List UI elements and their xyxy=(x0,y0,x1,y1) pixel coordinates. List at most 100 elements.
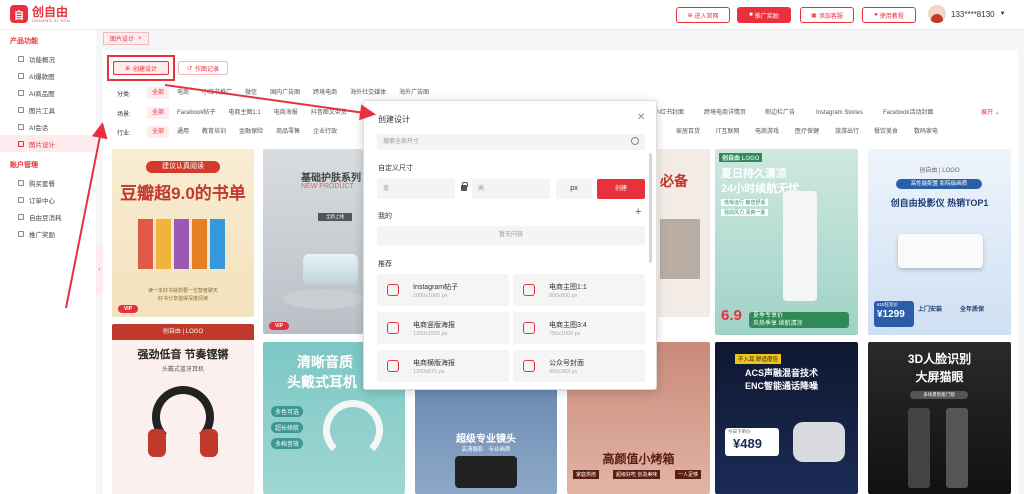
create-button[interactable]: 创建 xyxy=(597,179,645,199)
close-icon[interactable]: ✕ xyxy=(637,112,645,123)
fan-percent: 6.9 xyxy=(721,307,742,324)
template-card-earbuds[interactable]: 不入耳 舒适度佳 ACS声融混音技术 ENC智能通话降噪 今日下单价 ¥489 xyxy=(715,342,858,494)
industry-games[interactable]: 电商游戏 xyxy=(750,126,784,138)
template-card-book[interactable]: 建议认真阅读 豆瓣超9.0的书单 读一本好书就想要一位智者聊天 好书分享值得深度… xyxy=(112,149,254,317)
shopping-bag-icon xyxy=(523,284,535,296)
modal-scrollbar[interactable] xyxy=(649,153,652,263)
add-support-button[interactable]: ▣ 添加客服 xyxy=(800,7,854,23)
shopping-bag-icon xyxy=(523,322,535,334)
chat-icon: ▣ xyxy=(811,12,817,19)
template-card-projector[interactable]: 创自由 | LOGO 高性能配置 影院级画质 创自由投影仪 热销TOP1 618… xyxy=(868,149,1011,335)
earbuds-tag: 不入耳 舒适度佳 xyxy=(735,354,782,364)
industry-finance[interactable]: 金融保险 xyxy=(234,126,268,138)
industry-travel[interactable]: 旅游出行 xyxy=(830,126,864,138)
lock-ratio-icon[interactable] xyxy=(461,182,468,191)
pedestal-image xyxy=(283,289,363,309)
earbuds-title: ACS声融混音技术 xyxy=(745,368,819,378)
industry-digital[interactable]: 数码家电 xyxy=(909,126,943,138)
industry-all[interactable]: 全部 xyxy=(147,126,170,138)
brand-name-en: CHUANG ZI YOU xyxy=(32,17,71,23)
recommend-item[interactable]: 电商横版海报 1200x675 px xyxy=(377,350,509,382)
recommend-item[interactable]: 公众号封面 900x383 px xyxy=(513,350,645,382)
industry-education[interactable]: 教育培训 xyxy=(197,126,231,138)
category-ecommerce[interactable]: 电商 xyxy=(172,87,194,99)
template-card-lock[interactable]: 3D人脸识别 大屏猫眼 多场景智能门锁 xyxy=(868,342,1011,494)
industry-food[interactable]: 餐饮美食 xyxy=(869,126,903,138)
scene-poster[interactable]: 电商海报 xyxy=(269,107,303,119)
user-menu[interactable]: 133****8130 ▼ xyxy=(928,5,1006,23)
expand-filters-button[interactable]: 展开 ⌄ xyxy=(981,107,1000,116)
sidebar-item-promotion[interactable]: 推广奖励 xyxy=(0,225,96,242)
promotion-reward-button[interactable]: ■ 推广奖励 xyxy=(737,7,791,23)
template-card-fan[interactable]: 创自由 LOGO 夏日持久清凉 24小时续航无忧 低噪运行 静音舒适 强劲风力 … xyxy=(715,149,858,335)
recommend-item[interactable]: 电商竖版海报 1200x1920 px xyxy=(377,312,509,344)
industry-retail[interactable]: 商品零售 xyxy=(271,126,305,138)
sidebar-item-image-tools[interactable]: 图片工具 xyxy=(0,101,96,118)
create-design-button[interactable]: ⊕ 创建设计 xyxy=(113,61,169,75)
lock-title: 3D人脸识别 xyxy=(907,352,972,366)
industry-it[interactable]: IT互联网 xyxy=(711,126,744,138)
sidebar-item-ai-hot[interactable]: AI爆款图 xyxy=(0,67,96,84)
unit-select[interactable]: px xyxy=(556,179,592,199)
sidebar-item-packages[interactable]: 购买套餐 xyxy=(0,174,96,191)
close-icon[interactable]: × xyxy=(138,36,142,42)
scene-facebook-post[interactable]: Facebook帖子 xyxy=(172,107,220,119)
template-card-shoe[interactable]: 必备 xyxy=(658,149,710,317)
sidebar-collapse-handle[interactable]: ‹ xyxy=(96,245,103,295)
category-xiaohongshu[interactable]: 小红书推广 xyxy=(197,87,237,99)
coin-icon xyxy=(18,213,24,220)
sidebar-item-overview[interactable]: 功能概况 xyxy=(0,50,96,67)
tutorial-button[interactable]: ● 使用教程 xyxy=(862,7,916,23)
recommend-item[interactable]: 电商主图3:4 750x1000 px xyxy=(513,312,645,344)
sidebar-item-orders[interactable]: 订单中心 xyxy=(0,191,96,208)
sidebar-item-ai-product[interactable]: AI商品图 xyxy=(0,84,96,101)
template-card-headphone[interactable]: 创自由 | LOGO 强劲低音 节奏铿锵 头戴式蓝牙耳机 xyxy=(112,324,254,494)
grid-icon xyxy=(18,55,24,62)
oven-title: 高颜值小烤箱 xyxy=(602,452,675,466)
industry-home[interactable]: 家居百货 xyxy=(671,126,705,138)
category-overseas-social[interactable]: 海外社交媒体 xyxy=(345,87,391,99)
scene-main-1-1[interactable]: 电商主图1:1 xyxy=(223,107,265,119)
scene-all[interactable]: 全部 xyxy=(147,107,170,119)
headset-image xyxy=(323,400,383,460)
projector-tag: 高性能配置 影院级画质 xyxy=(896,179,982,189)
category-overseas-ads[interactable]: 海外广告图 xyxy=(394,87,434,99)
width-input[interactable]: 宽 xyxy=(377,179,455,199)
industry-enterprise[interactable]: 企业行政 xyxy=(308,126,342,138)
height-input[interactable]: 高 xyxy=(472,179,550,199)
tab-image-design[interactable]: 图片设计 × xyxy=(103,32,149,45)
scene-douyin[interactable]: 抖音图文带货 xyxy=(306,107,352,119)
globe-icon: ⊕ xyxy=(687,12,693,19)
category-wechat[interactable]: 微信 xyxy=(240,87,262,99)
user-phone: 133****8130 xyxy=(951,9,995,19)
add-size-icon[interactable]: + xyxy=(635,206,641,218)
brand-logo[interactable]: 自 创自由 CHUANG ZI YOU xyxy=(10,5,70,23)
vip-badge: VIP xyxy=(118,305,138,313)
industry-medical[interactable]: 医疗保健 xyxy=(790,126,824,138)
book-spine xyxy=(156,219,171,269)
scene-fb-event-cover[interactable]: Facebook活动封面 xyxy=(878,107,938,119)
template-card-skincare[interactable]: 基础护肤系列 NEW PRODUCT 全新上线 VIP xyxy=(263,149,363,334)
earcup-right xyxy=(200,429,218,457)
scene-sidebar-ad[interactable]: 侧边栏广告 xyxy=(760,107,800,119)
empty-state: 暂无内容 xyxy=(377,226,645,245)
recommend-item[interactable]: Instagram帖子 1080x1080 px xyxy=(377,274,509,306)
jar-image xyxy=(303,254,358,284)
category-domestic-ads[interactable]: 国内广告图 xyxy=(265,87,305,99)
scene-crossborder-detail[interactable]: 跨境电商详情页 xyxy=(699,107,751,119)
create-design-modal: 创建设计 ✕ 搜索全部尺寸 自定义尺寸 宽 高 px 创建 我的 + 暂无内容 … xyxy=(363,100,657,390)
scene-ig-stories[interactable]: Instagram Stories xyxy=(811,107,868,119)
earbuds-image xyxy=(793,422,845,462)
sidebar-item-image-design[interactable]: 图片设计 xyxy=(0,135,96,152)
help-icon: ● xyxy=(874,12,878,18)
category-all[interactable]: 全部 xyxy=(147,87,170,99)
size-search-input[interactable]: 搜索全部尺寸 xyxy=(377,134,645,150)
sidebar-item-ai-chat[interactable]: AI会话 xyxy=(0,118,96,135)
category-cross-border[interactable]: 跨境电商 xyxy=(308,87,342,99)
official-site-button[interactable]: ⊕ 进入官网 xyxy=(676,7,730,23)
design-records-button[interactable]: ↺ 作图记录 xyxy=(178,61,228,75)
sidebar-item-beans[interactable]: 自由豆消耗 xyxy=(0,208,96,225)
my-sizes-label: 我的 xyxy=(378,213,392,220)
industry-general[interactable]: 通用 xyxy=(172,126,194,138)
recommend-item[interactable]: 电商主图1:1 800x800 px xyxy=(513,274,645,306)
